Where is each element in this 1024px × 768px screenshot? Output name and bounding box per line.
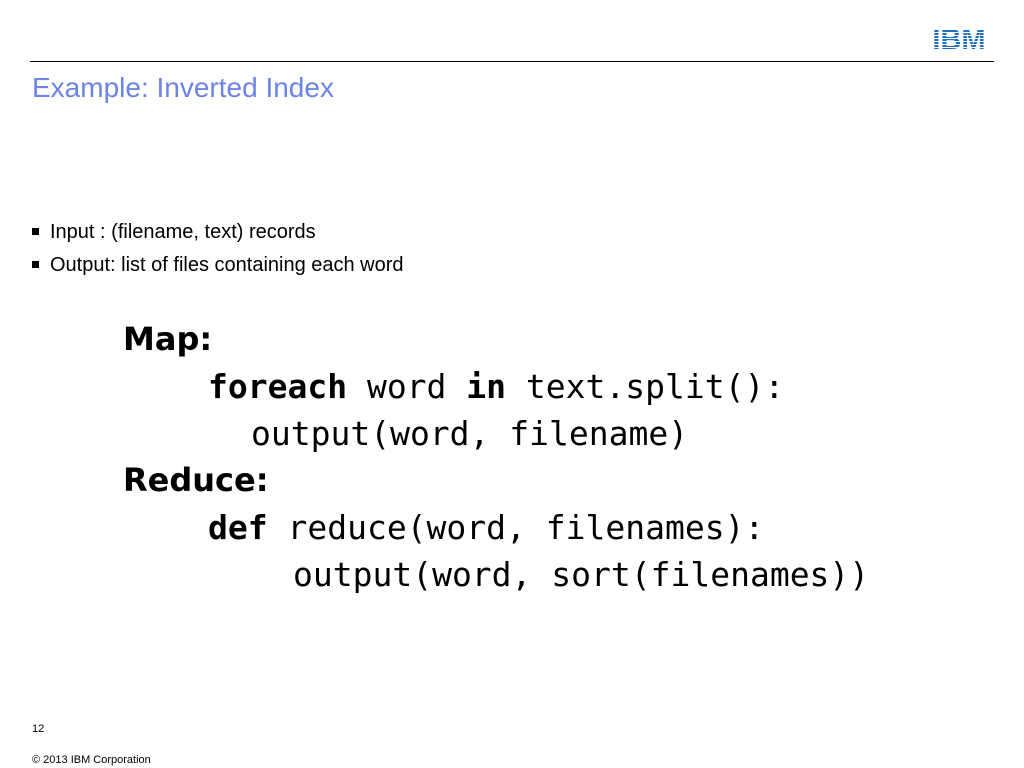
bullet-item-output: Output: list of files containing each wo… [32, 249, 404, 282]
map-foreach-line: foreach word in text.split(): [123, 363, 869, 410]
square-bullet-icon [32, 228, 39, 235]
bullet-text: Output: list of files containing each wo… [50, 254, 404, 276]
header-rule [30, 61, 994, 62]
bullet-text: Input : (filename, text) records [50, 221, 316, 243]
in-keyword: in [466, 367, 507, 406]
copyright-notice: © 2013 IBM Corporation [32, 754, 151, 766]
bullet-list: Input : (filename, text) records Output:… [32, 216, 404, 282]
square-bullet-icon [32, 261, 39, 268]
reduce-definition-line: def reduce(word, filenames): [123, 504, 869, 551]
foreach-keyword: foreach [208, 367, 348, 406]
pseudocode-block: Map: foreach word in text.split(): outpu… [123, 316, 869, 598]
map-word-token: word [347, 367, 467, 406]
page-number: 12 [32, 723, 45, 735]
map-output-line: output(word, filename) [251, 414, 689, 453]
reduce-signature: reduce(word, filenames): [267, 508, 765, 547]
text-split-call: text.split(): [506, 367, 785, 406]
map-section-label: Map: [123, 320, 213, 358]
reduce-output-line: output(word, sort(filenames)) [293, 555, 870, 594]
ibm-logo: IBM [932, 27, 986, 50]
def-keyword: def [208, 508, 268, 547]
bullet-item-input: Input : (filename, text) records [32, 216, 404, 249]
reduce-section-label: Reduce: [123, 461, 269, 499]
slide-title: Example: Inverted Index [32, 72, 334, 103]
